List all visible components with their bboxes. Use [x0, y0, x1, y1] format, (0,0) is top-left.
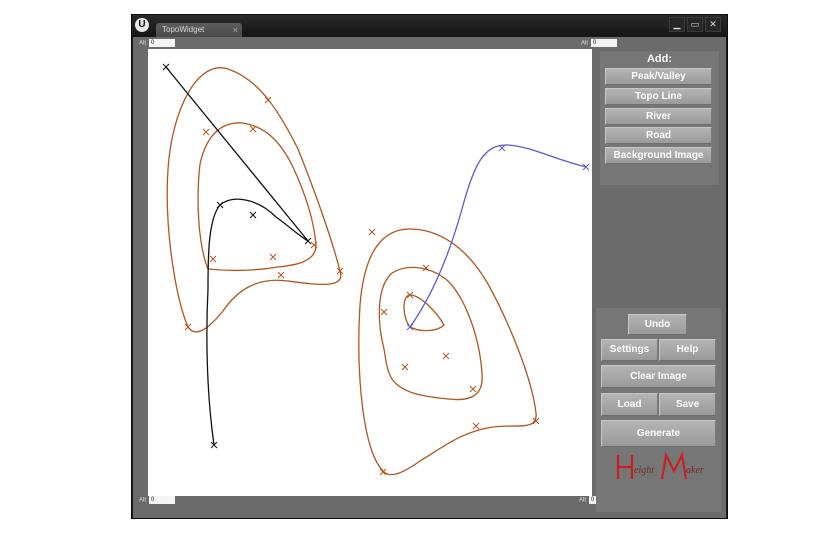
minimize-icon[interactable]: ▁	[669, 17, 685, 32]
alt-label: Alt	[579, 497, 587, 504]
maximize-icon[interactable]: ▭	[687, 17, 703, 32]
heightmaker-logo: eight aker	[610, 449, 710, 485]
topo-point[interactable]	[264, 96, 272, 104]
tab-topowidget[interactable]: TopoWidget ×	[156, 23, 242, 37]
topo-line-outer-left[interactable]	[166, 67, 342, 333]
topo-point[interactable]	[184, 323, 192, 331]
add-panel: Add: Peak/Valley Topo Line River Road Ba…	[600, 51, 719, 185]
road-line-loop[interactable]	[206, 198, 309, 446]
alt-label: Alt	[139, 497, 147, 504]
alt-field-top-left: Alt 0	[139, 39, 176, 49]
add-panel-title: Add:	[646, 53, 673, 65]
topo-line-middle-right[interactable]	[378, 266, 483, 401]
settings-button[interactable]: Settings	[601, 339, 658, 361]
topo-point[interactable]	[277, 271, 285, 279]
alt-label: Alt	[139, 40, 147, 47]
topo-point[interactable]	[442, 352, 450, 360]
topo-line-middle-left[interactable]	[197, 122, 317, 271]
topo-drawing	[162, 63, 590, 476]
topo-line-inner-right[interactable]	[403, 294, 445, 332]
undo-button[interactable]: Undo	[628, 314, 687, 335]
actions-panel: Undo Settings Help Clear Image Load Save…	[596, 308, 721, 512]
road-point[interactable]	[216, 201, 224, 209]
topo-point[interactable]	[202, 128, 210, 136]
topo-point[interactable]	[209, 255, 217, 263]
road-button[interactable]: Road	[605, 127, 712, 144]
road-point[interactable]	[162, 63, 170, 71]
widget-content: Alt 0 Alt 0 Alt 0 Alt 0 Add: Peak/Valley…	[133, 37, 726, 518]
topo-point[interactable]	[472, 422, 480, 430]
title-bar[interactable]: U TopoWidget × ▁ ▭ ✕	[132, 15, 727, 37]
clear-image-button[interactable]: Clear Image	[601, 365, 716, 388]
topo-point[interactable]	[379, 468, 387, 476]
generate-button[interactable]: Generate	[601, 420, 716, 447]
unreal-logo-icon: U	[135, 18, 149, 32]
svg-text:aker: aker	[686, 465, 704, 476]
save-button[interactable]: Save	[659, 393, 716, 416]
alt-field-bottom-left: Alt 0	[139, 496, 176, 506]
topo-line-button[interactable]: Topo Line	[605, 88, 712, 105]
topo-point[interactable]	[368, 228, 376, 236]
heightmaker-logo-image: eight aker	[616, 451, 704, 480]
road-point[interactable]	[249, 211, 257, 219]
topo-point[interactable]	[469, 385, 477, 393]
alt-field-top-right: Alt 0	[581, 39, 618, 49]
close-icon[interactable]: ✕	[705, 17, 721, 32]
topo-line-outer-right[interactable]	[358, 228, 537, 476]
topo-point[interactable]	[380, 308, 388, 316]
alt-input-top-left[interactable]: 0	[149, 39, 176, 47]
help-button[interactable]: Help	[659, 339, 716, 361]
topo-point[interactable]	[249, 125, 257, 133]
topo-point[interactable]	[422, 264, 430, 272]
topo-point[interactable]	[401, 363, 409, 371]
svg-text:eight: eight	[634, 465, 654, 476]
river-line[interactable]	[409, 144, 587, 328]
load-button[interactable]: Load	[601, 393, 658, 416]
tab-close-icon[interactable]: ×	[233, 23, 238, 37]
topo-canvas[interactable]	[148, 49, 592, 496]
topo-point[interactable]	[269, 253, 277, 261]
alt-label: Alt	[581, 40, 589, 47]
river-button[interactable]: River	[605, 108, 712, 125]
background-image-button[interactable]: Background Image	[605, 147, 712, 164]
window-controls: ▁ ▭ ✕	[669, 17, 721, 32]
road-point[interactable]	[304, 237, 312, 245]
river-point[interactable]	[406, 323, 414, 331]
alt-input-bottom-left[interactable]: 0	[149, 496, 176, 504]
tab-label: TopoWidget	[162, 25, 205, 34]
road-line-diagonal[interactable]	[165, 66, 309, 242]
peak-valley-button[interactable]: Peak/Valley	[605, 68, 712, 85]
alt-input-top-right[interactable]: 0	[591, 39, 618, 47]
topo-widget-window: U TopoWidget × ▁ ▭ ✕ Alt 0 Alt 0 Alt 0 Alt 0	[131, 14, 728, 519]
